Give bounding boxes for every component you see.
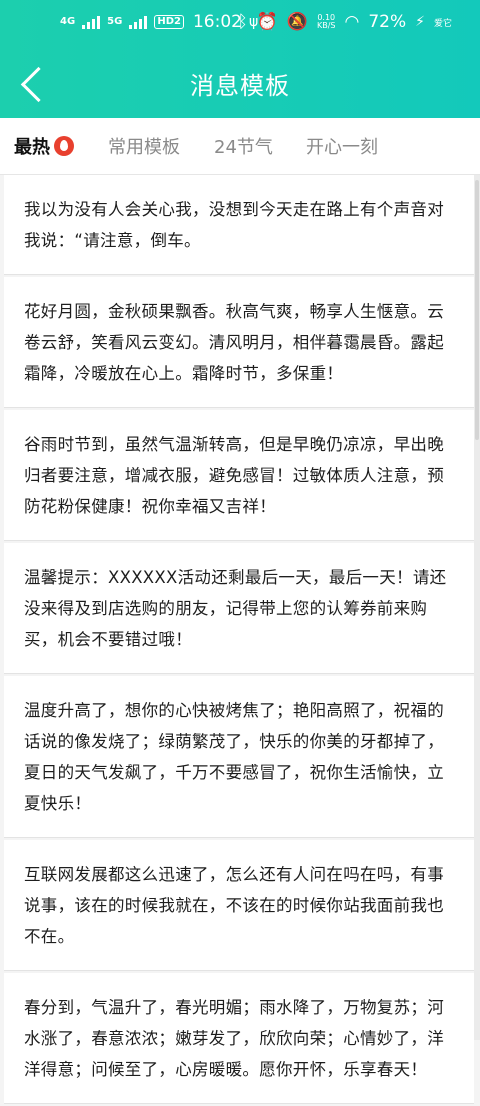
hd-badge: HD2	[154, 15, 184, 29]
message-card[interactable]: 谷雨时节到，虽然气温渐转高，但是早晚仍凉凉，早出晚归者要注意，增减衣服，避免感冒…	[4, 410, 474, 541]
tab-solar-terms[interactable]: 24节气	[214, 133, 273, 159]
status-left: 4G 5G HD2 16:02 ψ	[60, 12, 258, 32]
message-card[interactable]: 春分到，气温升了，春光明媚；雨水降了，万物复苏；河水涨了，春意浓浓；嫩芽发了，欣…	[4, 973, 474, 1104]
status-right: ᛒ ⏰ 🔕 0.10 KB/S ◠ 72% ⚡ 爱它	[237, 12, 452, 32]
message-text: 温度升高了，想你的心快被烤焦了；艳阳高照了，祝福的话说的像发烧了；绿荫繁茂了，快…	[24, 701, 444, 813]
message-card[interactable]: 互联网发展都这么迅速了，怎么还有人问在吗在吗，有事说事，该在的时候我就在，不该在…	[4, 840, 474, 971]
message-text: 谷雨时节到，虽然气温渐转高，但是早晚仍凉凉，早出晚归者要注意，增减衣服，避免感冒…	[24, 435, 444, 516]
bluetooth-icon: ᛒ	[237, 12, 248, 32]
message-text: 互联网发展都这么迅速了，怎么还有人问在吗在吗，有事说事，该在的时候我就在，不该在…	[24, 865, 444, 946]
message-card[interactable]: 温度升高了，想你的心快被烤焦了；艳阳高照了，祝福的话说的像发烧了；绿荫繁茂了，快…	[4, 676, 474, 838]
tab-hot-label: 最热	[14, 137, 50, 158]
signal-icon-2	[129, 15, 148, 29]
tab-hot[interactable]: 最热	[14, 133, 74, 159]
charging-icon: ⚡	[415, 14, 425, 30]
tab-common[interactable]: 常用模板	[108, 133, 180, 159]
message-text: 我以为没有人会关心我，没想到今天走在路上有个声音对我说：“请注意，倒车。	[24, 200, 444, 250]
message-text: 春分到，气温升了，春光明媚；雨水降了，万物复苏；河水涨了，春意浓浓；嫩芽发了，欣…	[24, 998, 444, 1079]
message-card[interactable]: 我以为没有人会关心我，没想到今天走在路上有个声音对我说：“请注意，倒车。	[4, 175, 474, 275]
alarm-icon: ⏰	[256, 12, 278, 32]
message-card[interactable]: 温馨提示：XXXXXX活动还剩最后一天，最后一天！请还没来得及到店选购的朋友，记…	[4, 543, 474, 674]
scrollbar-thumb[interactable]	[475, 180, 479, 440]
silent-icon: 🔕	[286, 12, 308, 32]
network-5g-label: 5G	[107, 16, 123, 27]
message-card[interactable]: 花好月圆，金秋硕果飘香。秋高气爽，畅享人生惬意。云卷云舒，笑看风云变幻。清风明月…	[4, 277, 474, 408]
net-speed: 0.10 KB/S	[317, 14, 336, 30]
message-list: 我以为没有人会关心我，没想到今天走在路上有个声音对我说：“请注意，倒车。 花好月…	[0, 175, 480, 1106]
page-title: 消息模板	[190, 72, 290, 100]
wifi-icon: ◠	[344, 12, 360, 32]
signal-icon	[82, 15, 101, 29]
tab-bar: 最热 常用模板 24节气 开心一刻	[0, 118, 480, 175]
status-time: 16:02	[192, 12, 242, 32]
carrier-label: 爱它	[433, 18, 452, 29]
battery-level: 72%	[368, 12, 407, 32]
message-text: 花好月圆，金秋硕果飘香。秋高气爽，畅享人生惬意。云卷云舒，笑看风云变幻。清风明月…	[24, 302, 444, 383]
nav-bar: 消息模板	[0, 46, 480, 118]
fire-icon	[54, 136, 74, 156]
network-4g-label: 4G	[60, 16, 76, 27]
net-speed-unit: KB/S	[316, 21, 336, 30]
status-bar: 4G 5G HD2 16:02 ψ ᛒ ⏰ 🔕 0.10 KB/S ◠ 72% …	[0, 0, 480, 46]
tab-fun[interactable]: 开心一刻	[306, 133, 378, 159]
app-header: 4G 5G HD2 16:02 ψ ᛒ ⏰ 🔕 0.10 KB/S ◠ 72% …	[0, 0, 480, 118]
message-text: 温馨提示：XXXXXX活动还剩最后一天，最后一天！请还没来得及到店选购的朋友，记…	[24, 568, 447, 649]
